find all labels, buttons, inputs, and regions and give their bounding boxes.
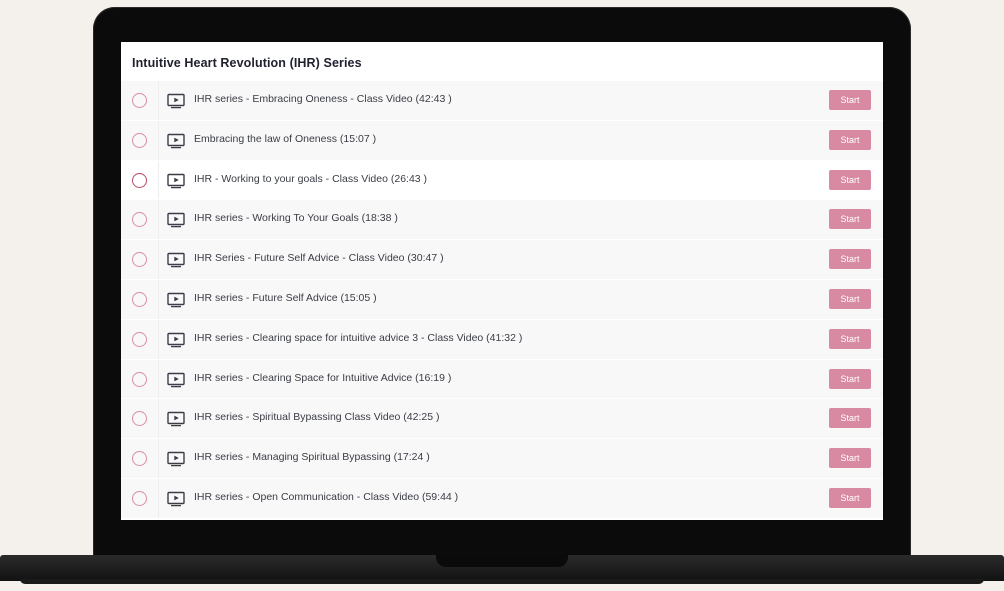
completion-circle-icon[interactable]: [132, 490, 147, 506]
lesson-row: IHR series - Future Self Advice (15:05 )…: [121, 279, 883, 320]
completion-circle-icon[interactable]: [132, 212, 147, 228]
lesson-check-cell: [121, 160, 159, 200]
lesson-list: IHR series - Embracing Oneness - Class V…: [121, 81, 883, 519]
lesson-title[interactable]: Embracing the law of Oneness (15:07 ): [194, 133, 376, 145]
start-button[interactable]: Start: [829, 487, 871, 508]
lesson-title[interactable]: IHR - Working to your goals - Class Vide…: [194, 173, 427, 185]
completion-circle-icon[interactable]: [132, 371, 147, 387]
laptop-screen: Intuitive Heart Revolution (IHR) Series …: [121, 42, 883, 520]
lesson-row: IHR series - Open Communication - Class …: [121, 478, 883, 519]
lesson-title[interactable]: IHR series - Open Communication - Class …: [194, 491, 458, 503]
video-play-icon: [167, 491, 185, 507]
lesson-check-cell: [121, 120, 159, 160]
lesson-row: Embracing the law of Oneness (15:07 ) St…: [121, 120, 883, 161]
lesson-check-cell: [121, 81, 159, 120]
video-play-icon: [167, 332, 185, 348]
lesson-check-cell: [121, 399, 159, 439]
start-button[interactable]: Start: [829, 448, 871, 469]
video-play-icon: [167, 451, 185, 467]
lesson-title[interactable]: IHR series - Clearing space for intuitiv…: [194, 332, 522, 344]
lesson-title[interactable]: IHR Series - Future Self Advice - Class …: [194, 252, 444, 264]
start-button[interactable]: Start: [829, 129, 871, 150]
video-play-icon: [167, 292, 185, 308]
lesson-check-cell: [121, 359, 159, 399]
completion-circle-icon[interactable]: [132, 172, 147, 188]
lesson-title[interactable]: IHR series - Spiritual Bypassing Class V…: [194, 411, 440, 423]
video-play-icon: [167, 213, 185, 228]
video-play-icon: [167, 412, 185, 427]
completion-circle-icon[interactable]: [132, 331, 147, 347]
course-title: Intuitive Heart Revolution (IHR) Series: [132, 56, 362, 70]
lesson-check-cell: [121, 240, 159, 279]
lesson-row: IHR Series - Future Self Advice - Class …: [121, 240, 883, 280]
lesson-title[interactable]: IHR series - Managing Spiritual Bypassin…: [194, 451, 430, 463]
completion-circle-icon[interactable]: [132, 291, 147, 307]
completion-circle-icon[interactable]: [132, 252, 147, 268]
lesson-title[interactable]: IHR series - Embracing Oneness - Class V…: [194, 93, 452, 105]
start-button[interactable]: Start: [829, 249, 871, 270]
completion-circle-icon[interactable]: [132, 451, 147, 467]
lesson-check-cell: [121, 439, 159, 478]
video-play-icon: [167, 252, 185, 268]
laptop-notch: [436, 555, 568, 567]
lesson-title[interactable]: IHR series - Working To Your Goals (18:3…: [194, 212, 398, 224]
lesson-row: IHR series - Embracing Oneness - Class V…: [121, 81, 883, 121]
start-button[interactable]: Start: [829, 288, 871, 309]
lesson-row: IHR series - Working To Your Goals (18:3…: [121, 200, 883, 241]
lesson-title[interactable]: IHR series - Future Self Advice (15:05 ): [194, 292, 377, 304]
start-button[interactable]: Start: [829, 328, 871, 349]
completion-circle-icon[interactable]: [132, 132, 147, 148]
start-button[interactable]: Start: [829, 209, 871, 230]
lesson-check-cell: [121, 319, 159, 359]
start-button[interactable]: Start: [829, 169, 871, 190]
start-button[interactable]: Start: [829, 90, 871, 110]
lesson-check-cell: [121, 200, 159, 240]
laptop-base-shadow: [20, 579, 984, 584]
start-button[interactable]: Start: [829, 368, 871, 389]
lesson-row: IHR series - Clearing space for intuitiv…: [121, 319, 883, 360]
video-play-icon: [167, 133, 185, 149]
video-play-icon: [167, 372, 185, 387]
lesson-row: IHR series - Managing Spiritual Bypassin…: [121, 439, 883, 479]
lesson-row: IHR - Working to your goals - Class Vide…: [121, 160, 883, 201]
start-button[interactable]: Start: [829, 408, 871, 429]
lesson-check-cell: [121, 478, 159, 518]
lesson-row: IHR series - Spiritual Bypassing Class V…: [121, 399, 883, 440]
video-play-icon: [167, 173, 185, 188]
lesson-title[interactable]: IHR series - Clearing Space for Intuitiv…: [194, 372, 451, 384]
video-play-icon: [167, 93, 185, 109]
completion-circle-icon[interactable]: [132, 411, 147, 427]
lesson-row: IHR series - Clearing Space for Intuitiv…: [121, 359, 883, 400]
lesson-check-cell: [121, 279, 159, 319]
completion-circle-icon[interactable]: [132, 93, 147, 108]
